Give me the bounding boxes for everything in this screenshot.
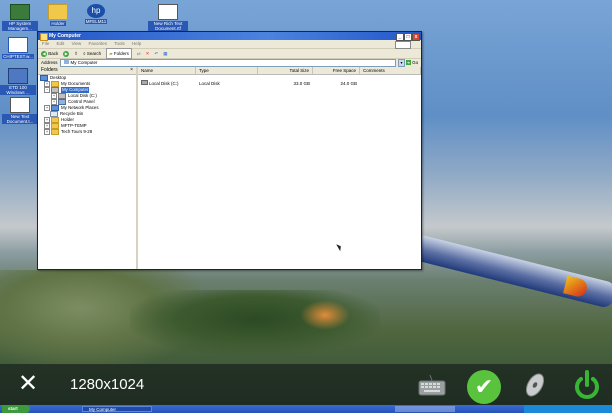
computer-icon [10,4,30,20]
window-icon [8,37,28,53]
menu-favorites[interactable]: Favorites [89,41,108,46]
power-icon[interactable] [572,369,602,401]
drive-icon [141,80,148,85]
go-arrow-icon: ➜ [405,60,411,65]
windows-logo-icon [395,41,411,49]
rotor-glow [300,300,350,330]
taskbar-item-my-computer[interactable]: My Computer [82,406,152,412]
cell-comments [360,80,421,87]
expand-icon[interactable]: + [44,129,50,135]
folders-pane-close-icon[interactable]: × [130,67,133,74]
collapse-icon[interactable]: − [44,87,50,93]
desktop-icon-chiptest[interactable]: CHIPTEST.w... [0,37,36,59]
folders-pane-header: Folders × [38,67,136,75]
menu-bar: File Edit View Favorites Tools Help [38,40,421,49]
column-type[interactable]: Type [196,67,258,74]
confirm-check-icon[interactable]: ✔ [467,370,501,404]
address-dropdown-icon[interactable]: ▼ [398,59,405,67]
file-list-pane: Name Type Total Size Free Space Comments… [138,67,421,269]
menu-tools[interactable]: Tools [114,41,125,46]
menu-view[interactable]: View [72,41,82,46]
my-computer-small-icon [63,60,69,64]
column-name[interactable]: Name [138,67,196,74]
undo-icon[interactable]: ↶ [154,49,158,58]
column-total-size[interactable]: Total Size [258,67,313,74]
folders-button[interactable]: ▰ Folders [106,48,132,59]
folder-icon [48,4,68,20]
aircraft-wing [416,235,612,309]
explorer-panes: Folders × Desktop + My Documents − My Comp… [38,67,421,269]
desktop-icon-new-text[interactable]: New Text Document.t... [2,97,38,124]
folders-pane-title: Folders [41,67,58,73]
remote-overlay-bar: ✕ 1280x1024 ✔ [0,364,612,405]
column-free-space[interactable]: Free Space [313,67,360,74]
forward-arrow-icon[interactable]: ▶ [63,50,70,57]
close-icon[interactable]: ✕ [18,372,38,396]
window-title: My Computer [49,33,81,39]
desktop-icon-etd100[interactable]: ETD 100 Windows ... [0,68,36,95]
desktop-icon-holder[interactable]: Holder [40,4,76,26]
start-button[interactable]: start [2,405,30,413]
menu-file[interactable]: File [42,41,49,46]
folders-pane: Folders × Desktop + My Documents − My Comp… [38,67,138,269]
text-document-icon [10,97,30,113]
cell-total-size: 33.0 GB [293,81,310,86]
move-to-icon[interactable]: ⇄ [137,49,141,58]
desktop-icon-hp-system[interactable]: HP System Managem... [2,4,38,31]
search-icon: ⌕ [83,51,86,56]
file-list-header: Name Type Total Size Free Space Comments [138,67,421,75]
back-arrow-icon: ◀ [41,51,47,57]
keyboard-icon[interactable] [418,374,446,396]
window-titlebar[interactable]: My Computer _ □ x [38,32,421,41]
resolution-label: 1280x1024 [70,376,145,393]
up-folder-icon[interactable]: ⇧ [74,49,78,58]
search-button[interactable]: ⌕ Search [83,49,101,58]
cell-type: Local Disk [199,81,220,86]
views-icon[interactable]: ▦ [163,49,167,58]
cell-free-space: 24.0 GB [340,81,357,86]
address-bar: Address My Computer ▼ ➜ Go [38,59,421,67]
document-icon [158,4,178,20]
taskbar-search-box[interactable] [395,406,455,412]
my-computer-window: My Computer _ □ x File Edit View Favorit… [37,31,422,270]
toolbar: ◀ Back ▶ ⇧ ⌕ Search ▰ Folders ⇄ ✕ ↶ ▦ [38,48,421,59]
menu-help[interactable]: Help [132,41,141,46]
delete-icon[interactable]: ✕ [146,49,150,58]
desktop-icon-rich-text[interactable]: New Rich Text Document.rtf [148,4,188,31]
folder-tree: Desktop + My Documents − My Computer + Loca… [38,75,136,135]
folders-icon: ▰ [109,51,113,56]
app-icon [8,68,28,84]
system-tray [524,405,612,413]
taskbar: start My Computer [0,405,612,413]
address-label: Address [41,60,58,65]
table-row[interactable]: Local Disk (C:) Local Disk 33.0 GB 24.0 … [138,80,421,87]
folder-icon [51,129,59,135]
go-button[interactable]: ➜ Go [405,60,419,66]
column-comments[interactable]: Comments [360,67,421,74]
tree-item-tech-tours[interactable]: + Tech Tours 9-28 [40,129,136,135]
address-input[interactable]: My Computer [59,59,396,67]
back-button[interactable]: ◀ Back [41,49,58,58]
disc-icon[interactable] [522,372,548,398]
desktop-icon-mfelm11[interactable]: hp MFELM11 [78,4,114,24]
cell-name: Local Disk (C:) [138,80,196,87]
hp-logo-icon: hp [87,4,105,18]
menu-edit[interactable]: Edit [57,41,65,46]
